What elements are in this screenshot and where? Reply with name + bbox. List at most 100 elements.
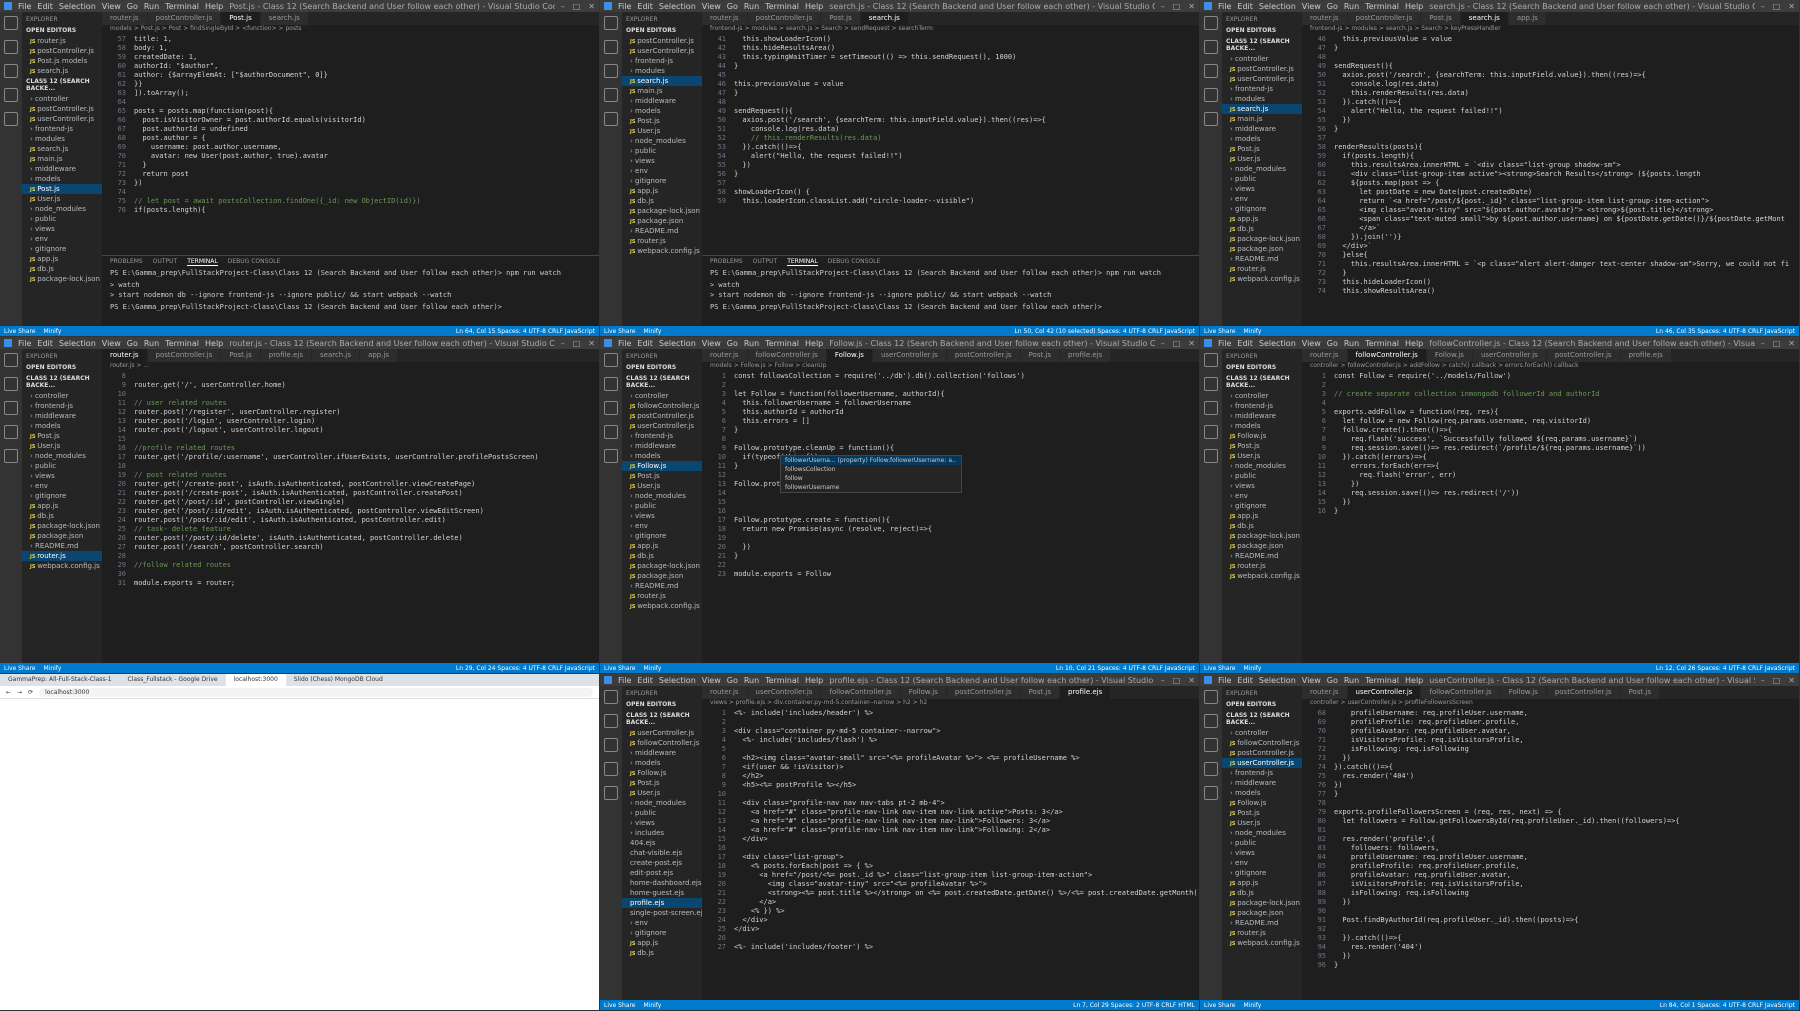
file-tree-item[interactable]: models [622,106,702,116]
editor-tab[interactable]: Post.js [221,349,261,362]
menu-item[interactable]: Edit [637,676,653,685]
menu-item[interactable]: Edit [637,339,653,348]
file-tree-item[interactable]: Post.js [22,431,102,441]
search-icon[interactable] [604,40,618,54]
maximize-icon[interactable]: □ [1173,2,1181,11]
editor-tab[interactable]: postController.js [1546,686,1621,699]
file-tree-item[interactable]: User.js [22,441,102,451]
file-tree-item[interactable]: controller [1222,54,1302,64]
minimize-icon[interactable]: – [1161,676,1165,685]
file-tree-item[interactable]: edit-post.ejs [622,868,702,878]
file-tree-item[interactable]: OPEN EDITORS [622,25,702,36]
minimize-icon[interactable]: – [1761,2,1765,11]
file-tree-item[interactable]: Post.js [622,471,702,481]
code-editor[interactable]: 68 profileUsername: req.profileUser.user… [1302,709,1799,1000]
file-tree-item[interactable]: Post.js [622,778,702,788]
explorer-icon[interactable] [4,16,18,30]
source-control-icon[interactable] [4,401,18,415]
editor-tab[interactable]: Follow.js [826,349,873,362]
file-tree-item[interactable]: app.js [1222,511,1302,521]
editor-tab[interactable]: profile.ejs [1060,349,1112,362]
file-tree-item[interactable]: env [622,521,702,531]
file-tree-item[interactable]: Post.js models [22,56,102,66]
menu-item[interactable]: Help [1405,339,1423,348]
menu-item[interactable]: View [102,2,121,11]
file-tree-item[interactable]: Follow.js [1222,798,1302,808]
file-tree-item[interactable]: frontend-js [622,56,702,66]
search-icon[interactable] [4,377,18,391]
file-tree-item[interactable]: controller [22,94,102,104]
file-tree-item[interactable]: chat-visible.ejs [622,848,702,858]
panel-tab[interactable]: TERMINAL [187,258,218,266]
file-tree-item[interactable]: README.md [1222,551,1302,561]
file-tree-item[interactable]: README.md [1222,918,1302,928]
maximize-icon[interactable]: □ [1773,676,1781,685]
file-tree-item[interactable]: models [622,451,702,461]
editor-tab[interactable]: app.js [1508,12,1547,25]
menu-item[interactable]: Terminal [765,2,799,11]
file-tree-item[interactable]: main.js [22,154,102,164]
file-tree-item[interactable]: package-lock.json [1222,234,1302,244]
minify-button[interactable]: Minify [43,665,61,672]
run-debug-icon[interactable] [604,425,618,439]
file-tree-item[interactable]: package-lock.json [1222,531,1302,541]
code-editor[interactable]: 1 const Follow = require('../models/Follo… [1302,372,1799,663]
breadcrumb[interactable]: models > Follow.js > Follow > cleanUp [702,362,1199,372]
file-tree-item[interactable]: middleware [22,411,102,421]
file-tree-item[interactable]: app.js [22,254,102,264]
source-control-icon[interactable] [604,738,618,752]
explorer-icon[interactable] [604,690,618,704]
file-tree-item[interactable]: models [22,174,102,184]
file-tree-item[interactable]: models [1222,788,1302,798]
file-tree-item[interactable]: package-lock.json [622,561,702,571]
menu-item[interactable]: Edit [1237,676,1253,685]
terminal-panel[interactable]: PROBLEMS OUTPUT TERMINAL DEBUG CONSOLE PS E:… [702,255,1199,326]
file-tree-item[interactable]: userController.js [622,728,702,738]
file-tree-item[interactable]: node_modules [622,798,702,808]
menu-item[interactable]: Go [1327,676,1338,685]
menu-item[interactable]: View [702,339,721,348]
menu-item[interactable]: Go [727,676,738,685]
file-tree-item[interactable]: env [1222,491,1302,501]
file-tree-item[interactable]: package-lock.json [22,521,102,531]
file-tree-item[interactable]: env [1222,194,1302,204]
minimize-icon[interactable]: – [1161,339,1165,348]
menu-item[interactable]: Selection [659,676,696,685]
menu-item[interactable]: Selection [659,2,696,11]
address-bar[interactable]: localhost:3000 [39,687,593,697]
editor-tab[interactable]: router.js [1302,12,1348,25]
breadcrumb[interactable]: router.js > ... [102,362,599,372]
code-editor[interactable]: 8 9 router.get('/', userController.home) 10… [102,372,599,663]
file-tree-item[interactable]: app.js [22,501,102,511]
menu-item[interactable]: Terminal [1365,339,1399,348]
file-tree-item[interactable]: User.js [622,481,702,491]
menu-item[interactable]: File [1218,339,1231,348]
menu-item[interactable]: File [618,339,631,348]
file-tree-item[interactable]: public [22,461,102,471]
menu-item[interactable]: File [618,2,631,11]
run-debug-icon[interactable] [1204,762,1218,776]
editor-tab[interactable]: Post.js [221,12,261,25]
file-tree-item[interactable]: OPEN EDITORS [22,25,102,36]
file-tree-item[interactable]: node_modules [1222,461,1302,471]
breadcrumb[interactable]: frontend-js > modules > search.js > Sear… [702,25,1199,35]
menu-item[interactable]: Selection [59,2,96,11]
file-tree-item[interactable]: Follow.js [1222,431,1302,441]
menu-item[interactable]: View [1302,676,1321,685]
file-tree-item[interactable]: postController.js [22,46,102,56]
file-tree-item[interactable]: frontend-js [22,124,102,134]
browser-tab[interactable]: Slido (Chess) MongoDB Cloud [286,674,391,686]
file-tree-item[interactable]: env [1222,858,1302,868]
explorer-icon[interactable] [1204,690,1218,704]
menu-item[interactable]: Edit [1237,2,1253,11]
explorer-icon[interactable] [604,16,618,30]
file-tree-item[interactable]: README.md [1222,254,1302,264]
maximize-icon[interactable]: □ [1773,339,1781,348]
menu-item[interactable]: Edit [637,2,653,11]
menu-item[interactable]: View [702,676,721,685]
live-share-button[interactable]: Live Share [1204,1002,1235,1009]
editor-tab[interactable]: router.js [1302,686,1348,699]
file-tree-item[interactable]: postController.js [622,36,702,46]
file-tree-item[interactable]: package.json [1222,908,1302,918]
file-tree-item[interactable]: search.js [22,66,102,76]
